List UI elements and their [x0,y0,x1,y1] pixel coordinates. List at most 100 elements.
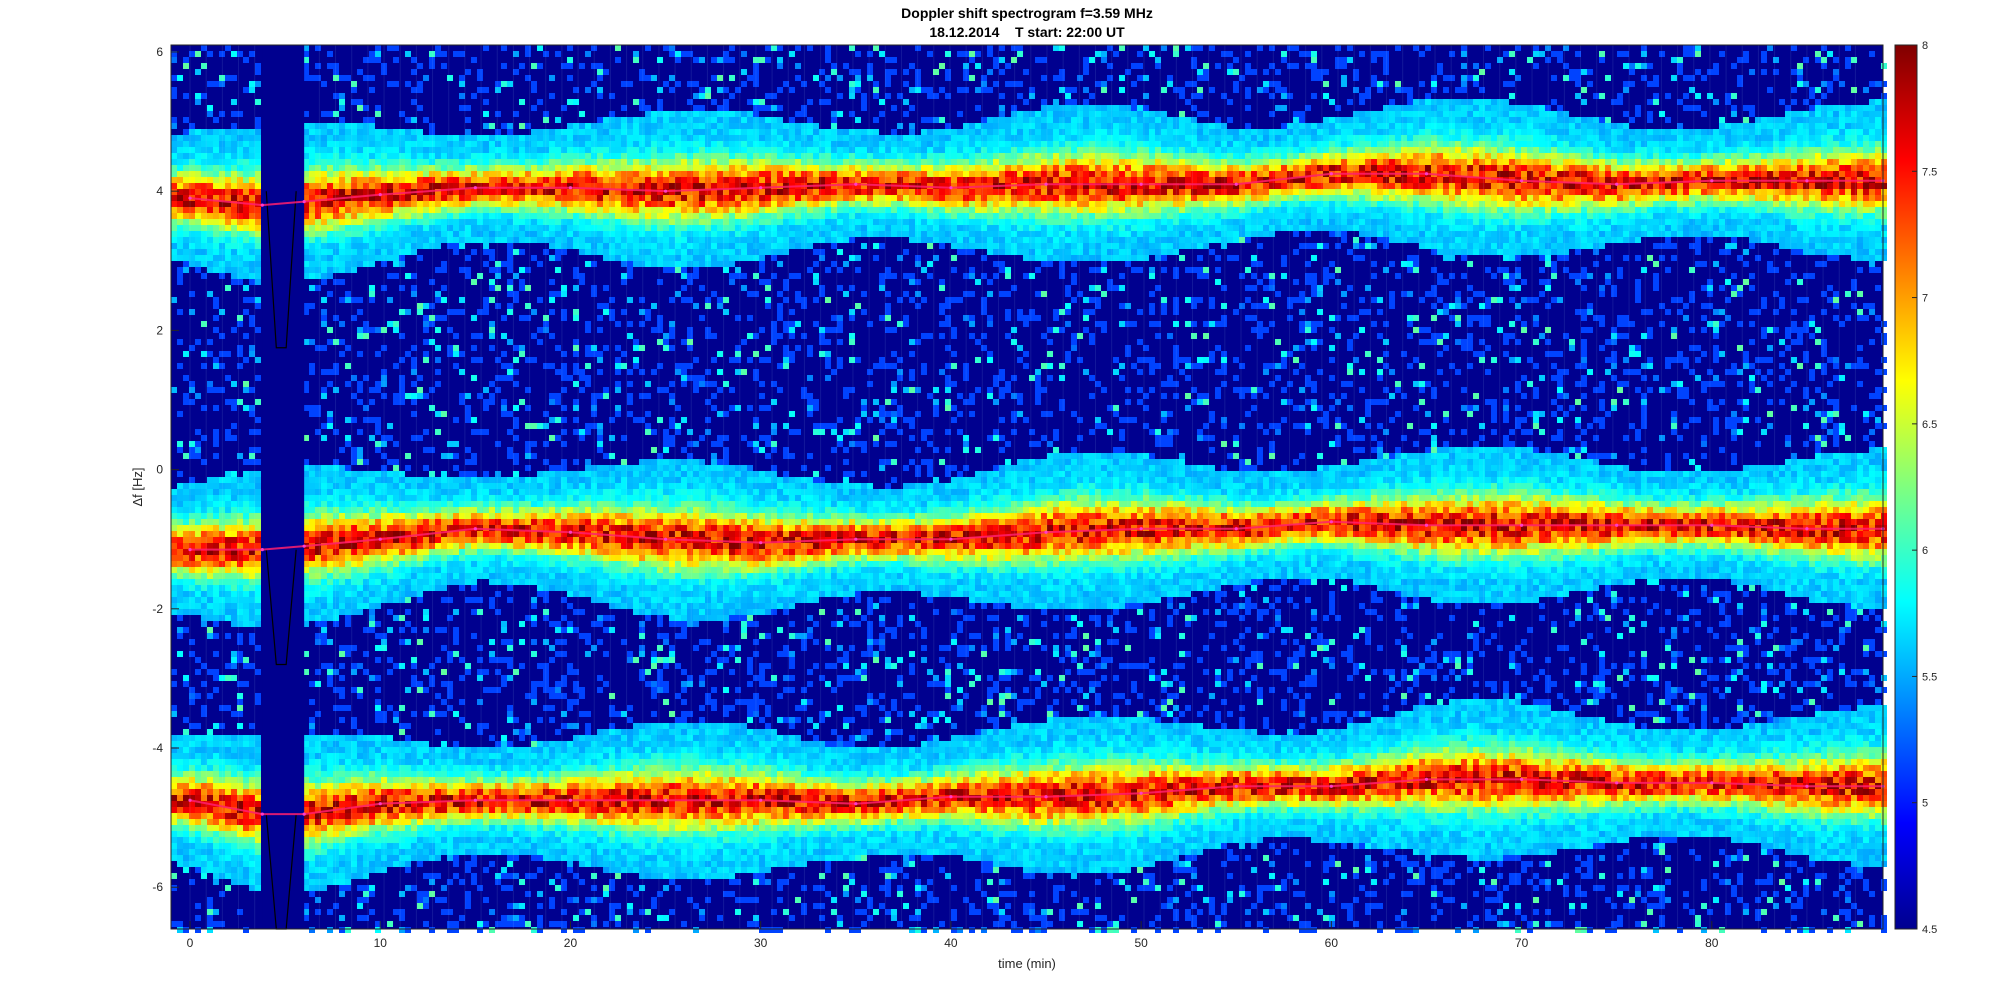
heatmap-cell [519,765,525,771]
heatmap-cell [309,501,315,507]
heatmap-cell [255,831,261,837]
heatmap-cell [183,837,189,843]
heatmap-cell [435,165,441,171]
heatmap-cell [327,567,333,573]
heatmap-cell [195,789,201,795]
heatmap-cell [309,537,315,543]
heatmap-cell [369,591,375,597]
heatmap-cell [375,543,381,549]
heatmap-cell [339,573,345,579]
heatmap-cell [237,249,243,255]
heatmap-cell [387,921,393,927]
heatmap-cell [195,261,201,267]
heatmap-cell [507,531,513,537]
heatmap-cell [237,723,243,729]
heatmap-cell [459,807,465,813]
heatmap-cell [375,237,381,243]
heatmap-cell [249,429,255,435]
heatmap-cell [489,819,495,825]
heatmap-cell [555,207,561,213]
heatmap-cell [453,141,459,147]
heatmap-cell [249,873,255,879]
heatmap-cell [309,207,315,213]
heatmap-cell [387,507,393,513]
heatmap-cell [207,585,213,591]
heatmap-cell [405,351,411,357]
heatmap-cell [195,861,201,867]
heatmap-cell [357,597,363,603]
heatmap-cell [321,771,327,777]
heatmap-cell [405,507,411,513]
heatmap-cell [249,405,255,411]
heatmap-cell [249,723,255,729]
heatmap-cell [525,723,531,729]
heatmap-cell [423,903,429,909]
heatmap-cell [231,165,237,171]
heatmap-cell [495,759,501,765]
heatmap-cell [213,561,219,567]
heatmap-cell [489,807,495,813]
heatmap-cell [243,189,249,195]
heatmap-cell [315,567,321,573]
heatmap-cell [555,291,561,297]
heatmap-cell [555,171,561,177]
heatmap-cell [375,159,381,165]
heatmap-cell [537,483,543,489]
heatmap-cell [405,813,411,819]
heatmap-cell [249,621,255,627]
heatmap-cell [423,615,429,621]
heatmap-cell [183,141,189,147]
heatmap-cell [387,195,393,201]
heatmap-cell [315,465,321,471]
heatmap-cell [339,567,345,573]
heatmap-cell [459,819,465,825]
heatmap-cell [195,753,201,759]
heatmap-cell [213,819,219,825]
heatmap-cell [459,369,465,375]
heatmap-cell [555,855,561,861]
heatmap-cell [375,519,381,525]
heatmap-cell [435,243,441,249]
heatmap-cell [387,129,393,135]
heatmap-cell [177,183,183,189]
heatmap-cell [477,543,483,549]
heatmap-cell [519,483,525,489]
heatmap-cell [339,447,345,453]
heatmap-cell [483,801,489,807]
heatmap-cell [213,141,219,147]
heatmap-cell [321,213,327,219]
heatmap-cell [177,147,183,153]
heatmap-cell [177,831,183,837]
heatmap-cell [321,267,327,273]
heatmap-cell [243,615,249,621]
heatmap-cell [501,783,507,789]
heatmap-cell [237,507,243,513]
heatmap-cell [537,63,543,69]
heatmap-cell [393,171,399,177]
heatmap-cell [537,231,543,237]
heatmap-cell [447,597,453,603]
heatmap-cell [231,879,237,885]
heatmap-cell [441,885,447,891]
heatmap-cell [465,459,471,465]
heatmap-cell [195,783,201,789]
heatmap-cell [495,543,501,549]
heatmap-cell [459,567,465,573]
heatmap-cell [237,831,243,837]
heatmap-cell [531,501,537,507]
heatmap-cell [315,153,321,159]
heatmap-cell [537,423,543,429]
heatmap-cell [345,837,351,843]
heatmap-cell [339,123,345,129]
heatmap-cell [315,171,321,177]
heatmap-cell [375,177,381,183]
heatmap-cell [393,207,399,213]
heatmap-cell [507,747,513,753]
heatmap-cell [501,831,507,837]
heatmap-cell [213,453,219,459]
heatmap-cell [471,165,477,171]
heatmap-cell [423,519,429,525]
heatmap-cell [225,429,231,435]
heatmap-cell [225,603,231,609]
heatmap-cell [345,747,351,753]
